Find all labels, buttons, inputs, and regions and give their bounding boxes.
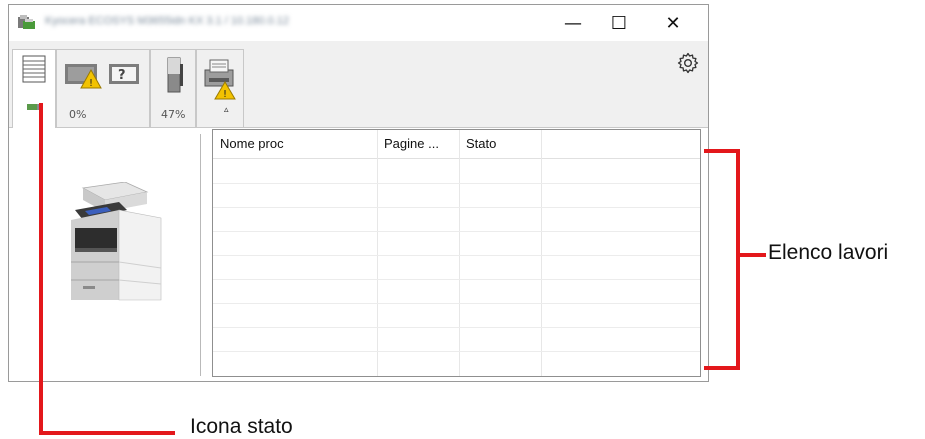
tab-paper-status[interactable]: ! ? 0% bbox=[56, 49, 150, 127]
toner-cartridge-icon bbox=[167, 57, 183, 93]
collapse-toolbar-icon[interactable]: ▵ bbox=[224, 105, 229, 115]
column-header-status[interactable]: Stato bbox=[459, 130, 541, 158]
tab-device[interactable]: ! bbox=[196, 49, 244, 127]
table-row bbox=[213, 183, 700, 184]
column-header-extra[interactable] bbox=[541, 130, 700, 158]
printer-device-image bbox=[71, 182, 162, 301]
document-stack-icon bbox=[22, 55, 46, 83]
table-row bbox=[213, 303, 700, 304]
status-icon-callout-horizontal bbox=[39, 431, 175, 435]
minimize-button[interactable]: — bbox=[550, 5, 596, 41]
column-separator bbox=[459, 130, 460, 376]
job-list-callout-label: Elenco lavori bbox=[768, 241, 889, 264]
tab-print-jobs[interactable] bbox=[12, 49, 56, 129]
maximize-button[interactable]: ☐ bbox=[596, 5, 642, 41]
printer-app-icon bbox=[18, 15, 35, 29]
job-list-header: Nome proc Pagine ... Stato bbox=[213, 130, 700, 159]
close-button[interactable]: ✕ bbox=[650, 5, 696, 41]
job-list-table[interactable]: Nome proc Pagine ... Stato bbox=[212, 129, 701, 377]
tab-toner-level[interactable]: 47% bbox=[150, 49, 196, 127]
title-bar: Kyocera ECOSYS M3655idn KX 3.1 / 10.180.… bbox=[9, 5, 708, 41]
job-list-bracket-bottom bbox=[704, 366, 740, 370]
table-row bbox=[213, 279, 700, 280]
svg-text:?: ? bbox=[118, 68, 126, 83]
table-row bbox=[213, 255, 700, 256]
paper-level-label: 0% bbox=[69, 108, 87, 121]
table-row bbox=[213, 231, 700, 232]
main-content: Nome proc Pagine ... Stato bbox=[9, 128, 708, 381]
svg-text:!: ! bbox=[223, 89, 227, 100]
table-row bbox=[213, 207, 700, 208]
status-icon-callout-label: Icona stato bbox=[190, 415, 293, 438]
job-list-bracket-top bbox=[704, 149, 740, 153]
unknown-status-icon: ? bbox=[109, 64, 139, 84]
table-row bbox=[213, 327, 700, 328]
column-separator bbox=[541, 130, 542, 376]
device-warning-icon: ! bbox=[204, 59, 236, 100]
svg-text:!: ! bbox=[89, 78, 93, 89]
job-list-callout-line bbox=[740, 253, 766, 257]
status-icon-callout-vertical bbox=[39, 103, 43, 435]
status-monitor-window: Kyocera ECOSYS M3655idn KX 3.1 / 10.180.… bbox=[8, 4, 709, 382]
job-list-bracket-vertical bbox=[736, 149, 740, 370]
column-separator bbox=[377, 130, 378, 376]
column-header-job-name[interactable]: Nome proc bbox=[213, 130, 377, 158]
table-row bbox=[213, 351, 700, 352]
column-header-pages[interactable]: Pagine ... bbox=[377, 130, 459, 158]
toner-level-label: 47% bbox=[161, 108, 186, 121]
gear-icon[interactable] bbox=[676, 51, 700, 75]
status-toolbar: ! ? 0% 47% ! ▵ bbox=[9, 41, 708, 129]
paper-tray-warning-icon: ! bbox=[65, 64, 102, 89]
panel-divider bbox=[200, 134, 201, 376]
window-title: Kyocera ECOSYS M3655idn KX 3.1 / 10.180.… bbox=[45, 15, 289, 27]
